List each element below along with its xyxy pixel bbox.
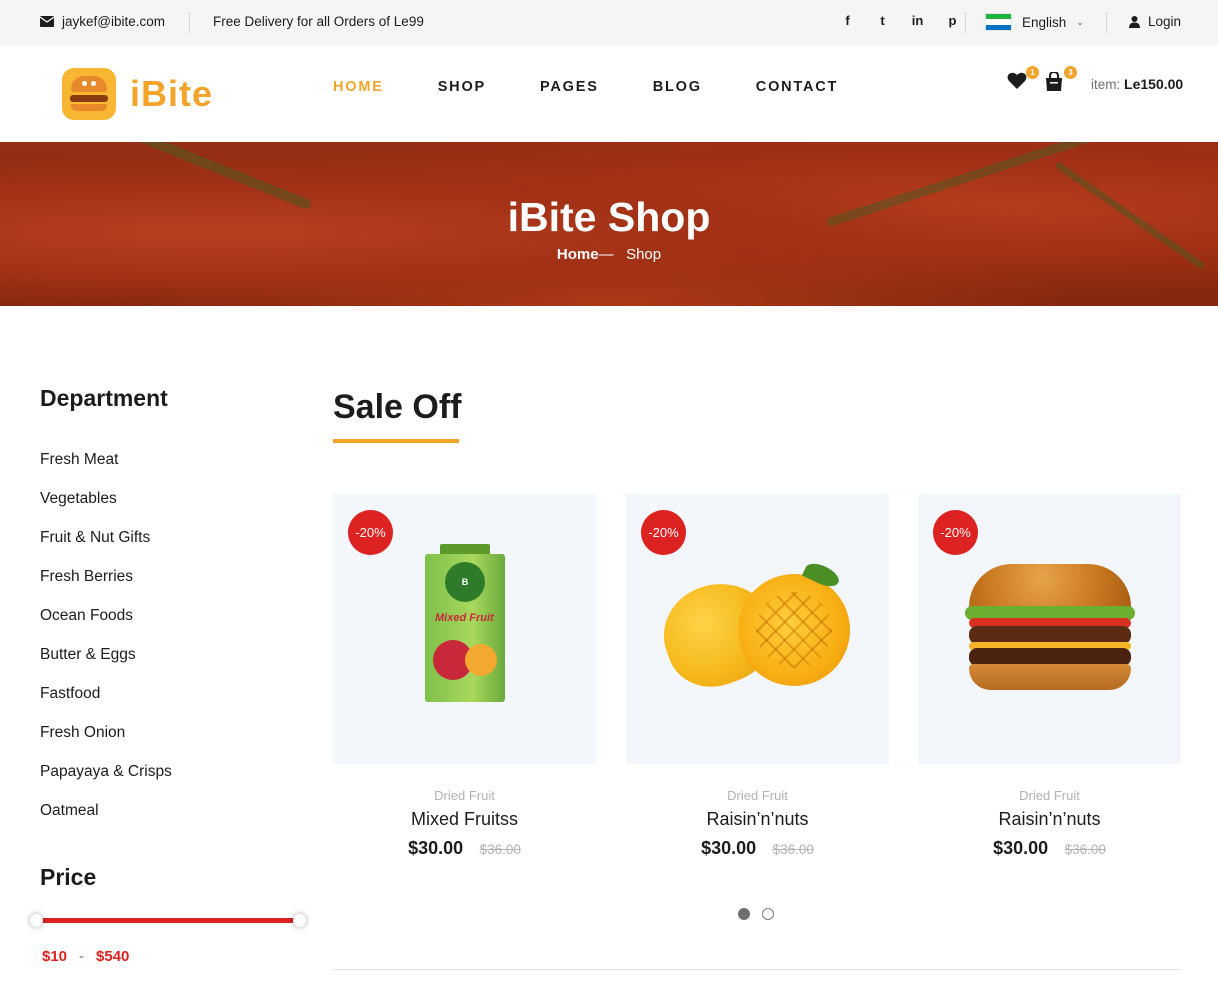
top-bar: jaykef@ibite.com Free Delivery for all O… [0, 0, 1218, 46]
product-category: Dried Fruit [727, 788, 788, 803]
juice-carton-image: B Mixed Fruit [425, 544, 505, 702]
twitter-icon[interactable]: t [865, 13, 900, 28]
discount-badge: -20% [641, 510, 686, 555]
department-item[interactable]: Vegetables [40, 479, 310, 518]
product-price: $30.00 [701, 838, 757, 858]
divider [965, 12, 966, 34]
department-item[interactable]: Papayaya & Crisps [40, 752, 310, 791]
cart-total-label: item: [1091, 77, 1121, 92]
department-title: Department [40, 385, 168, 411]
page-title: iBite Shop [507, 194, 711, 240]
price-min-value: $10 [42, 948, 68, 965]
burger-image [965, 564, 1135, 694]
product-old-price: $36.00 [772, 842, 814, 857]
carousel-dot-active[interactable] [738, 908, 750, 920]
cart-total: item: Le150.00 [1091, 76, 1183, 92]
email-text: jaykef@ibite.com [62, 14, 165, 29]
product-image-area[interactable]: -20% [918, 494, 1181, 764]
product-card[interactable]: -20% Dried Fruit Raisin’n’nuts $30.00 $3… [918, 494, 1181, 859]
page-hero-banner: iBite Shop Home— Shop [0, 142, 1218, 306]
cart-total-value: Le150.00 [1124, 76, 1184, 92]
product-card[interactable]: -20% Dried Fruit Raisin’n’nuts $30.00 $3… [626, 494, 889, 859]
product-name[interactable]: Raisin’n’nuts [626, 809, 889, 830]
sale-section-title: Sale Off [333, 388, 462, 426]
product-image-area[interactable]: -20% [626, 494, 889, 764]
product-category: Dried Fruit [1019, 788, 1080, 803]
breadcrumb-home[interactable]: Home [557, 246, 599, 263]
department-list: Fresh Meat Vegetables Fruit & Nut Gifts … [40, 440, 310, 830]
wishlist-count-badge: 1 [1026, 66, 1039, 79]
discount-badge: -20% [933, 510, 978, 555]
breadcrumb: Home— Shop [0, 246, 1218, 263]
breadcrumb-separator: — [598, 246, 614, 263]
product-name[interactable]: Raisin’n’nuts [918, 809, 1181, 830]
price-max-value: $540 [96, 948, 130, 965]
nav-pages[interactable]: PAGES [540, 79, 599, 95]
nav-shop[interactable]: SHOP [438, 79, 486, 95]
main-header: iBite HOME SHOP PAGES BLOG CONTACT 1 3 i… [0, 46, 1218, 142]
price-min-handle[interactable] [30, 914, 43, 927]
title-underline [333, 439, 459, 443]
product-name[interactable]: Mixed Fruitss [333, 809, 596, 830]
user-icon [1129, 15, 1140, 28]
language-selector[interactable]: English ⌄ [985, 13, 1084, 31]
price-max-handle[interactable] [293, 914, 306, 927]
login-link[interactable]: Login [1129, 14, 1181, 29]
price-range-dash: - [79, 948, 85, 965]
cart-count-badge: 3 [1064, 66, 1077, 79]
email-contact[interactable]: jaykef@ibite.com [40, 14, 165, 29]
site-logo[interactable]: iBite [62, 68, 213, 120]
main-nav: HOME SHOP PAGES BLOG CONTACT [333, 79, 892, 95]
nav-contact[interactable]: CONTACT [756, 79, 838, 95]
shop-sidebar: Department Fresh Meat Vegetables Fruit &… [40, 385, 310, 830]
price-filter-title: Price [40, 864, 97, 890]
logo-text: iBite [130, 73, 214, 114]
nav-home[interactable]: HOME [333, 79, 384, 95]
department-item[interactable]: Fresh Meat [40, 440, 310, 479]
product-old-price: $36.00 [479, 842, 521, 857]
department-item[interactable]: Fastfood [40, 674, 310, 713]
mango-cut-image [738, 574, 850, 686]
price-range-values: $10 - $540 [42, 948, 129, 965]
carousel-dot[interactable] [762, 908, 774, 920]
product-price: $30.00 [408, 838, 464, 858]
login-label: Login [1148, 14, 1182, 29]
burger-logo-icon [62, 68, 116, 120]
divider [189, 12, 190, 34]
wishlist-button[interactable]: 1 [1007, 66, 1039, 92]
product-category: Dried Fruit [434, 788, 495, 803]
department-item[interactable]: Ocean Foods [40, 596, 310, 635]
product-prices: $30.00 $36.00 [626, 838, 889, 859]
department-item[interactable]: Fresh Berries [40, 557, 310, 596]
heart-icon [1007, 72, 1027, 89]
department-item[interactable]: Oatmeal [40, 791, 310, 830]
nav-blog[interactable]: BLOG [653, 79, 702, 95]
product-prices: $30.00 $36.00 [333, 838, 596, 859]
department-item[interactable]: Fresh Onion [40, 713, 310, 752]
department-item[interactable]: Fruit & Nut Gifts [40, 518, 310, 557]
department-item[interactable]: Butter & Eggs [40, 635, 310, 674]
product-old-price: $36.00 [1064, 842, 1106, 857]
shopping-bag-icon [1046, 70, 1062, 91]
breadcrumb-current: Shop [626, 246, 662, 263]
linkedin-icon[interactable]: in [900, 13, 935, 28]
price-range-slider[interactable] [30, 914, 306, 927]
chevron-down-icon: ⌄ [1076, 16, 1084, 27]
product-image-area[interactable]: -20% B Mixed Fruit [333, 494, 596, 764]
section-divider [333, 969, 1181, 970]
envelope-icon [40, 16, 54, 27]
language-label: English [1022, 14, 1067, 30]
product-card[interactable]: -20% B Mixed Fruit Dried Fruit Mixed Frui… [333, 494, 596, 859]
social-links: f t in p [830, 13, 970, 28]
cart-button[interactable]: 3 [1045, 66, 1077, 92]
facebook-icon[interactable]: f [830, 13, 865, 28]
delivery-notice: Free Delivery for all Orders of Le99 [213, 14, 424, 29]
divider [1106, 12, 1107, 34]
carousel-pagination [738, 908, 774, 920]
product-price: $30.00 [993, 838, 1049, 858]
product-prices: $30.00 $36.00 [918, 838, 1181, 859]
flag-icon [985, 13, 1012, 31]
discount-badge: -20% [348, 510, 393, 555]
header-actions: 1 3 [1007, 66, 1077, 92]
